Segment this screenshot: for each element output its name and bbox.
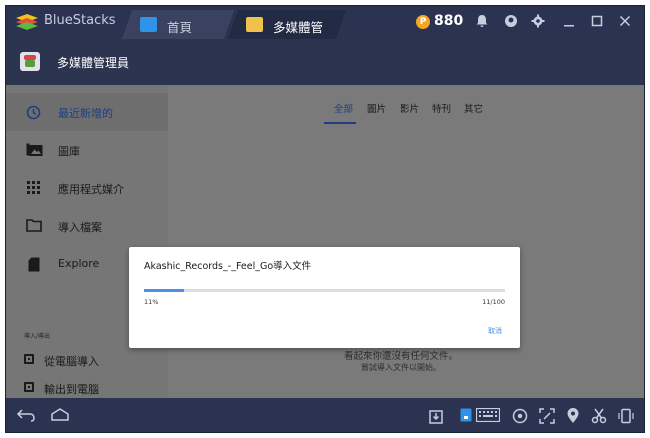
- sidebar-item-label: 圖庫: [58, 145, 80, 158]
- maximize-icon[interactable]: [589, 14, 605, 30]
- page-title: 多媒體管理員: [57, 56, 130, 70]
- tab-home[interactable]: 首頁: [122, 10, 234, 39]
- progress-percent: 11%: [144, 298, 159, 306]
- keyboard-toggle-icon[interactable]: [458, 408, 474, 424]
- home-icon: [140, 17, 157, 32]
- import-icon: [24, 354, 34, 364]
- app-name: BlueStacks: [44, 13, 116, 28]
- action-label: 從電腦導入: [44, 355, 99, 368]
- tab-label: 首頁: [167, 20, 193, 35]
- bottom-toolbar: [6, 398, 644, 432]
- minimize-icon[interactable]: [561, 14, 577, 30]
- sidebar: 最近新增的 圖庫 應用程式媒介 導入檔案 Explore 導入/導出 從電腦導入…: [6, 85, 168, 398]
- close-icon[interactable]: [617, 14, 633, 30]
- gear-icon[interactable]: [530, 14, 546, 30]
- tab-media-manager[interactable]: 多媒體管: [228, 10, 346, 39]
- tab-other[interactable]: 其它: [464, 101, 483, 115]
- keyboard-icon[interactable]: [475, 407, 501, 424]
- folder-icon: [26, 219, 42, 233]
- media-manager-icon: [20, 52, 40, 71]
- clock-icon: [26, 105, 41, 120]
- sidebar-item-label: Explore: [58, 257, 100, 270]
- tab-all[interactable]: 全部: [334, 101, 353, 115]
- sidebar-item-import-files[interactable]: 導入檔案: [6, 207, 168, 245]
- sidebar-item-label: 應用程式媒介: [58, 183, 124, 196]
- title-bar: BlueStacks 首頁 多媒體管 P 880: [6, 6, 644, 39]
- sidebar-item-gallery[interactable]: 圖庫: [6, 131, 168, 169]
- eye-icon[interactable]: [512, 408, 528, 424]
- cancel-button[interactable]: 取消: [488, 326, 502, 336]
- export-icon: [24, 382, 34, 392]
- section-label-import-export: 導入/導出: [24, 333, 51, 340]
- location-icon[interactable]: [565, 408, 581, 424]
- coin-icon: P: [416, 15, 430, 29]
- sidebar-item-label: 導入檔案: [58, 221, 102, 234]
- bluestacks-window: BlueStacks 首頁 多媒體管 P 880 多媒體管理員 最近新增的 圖庫…: [5, 5, 645, 433]
- sidebar-item-recent[interactable]: 最近新增的: [6, 93, 168, 131]
- coin-count[interactable]: 880: [434, 13, 463, 29]
- screenshot-icon[interactable]: [591, 408, 607, 424]
- action-label: 輸出到電腦: [44, 383, 99, 396]
- sd-card-icon: [26, 257, 41, 272]
- sidebar-item-app-media[interactable]: 應用程式媒介: [6, 169, 168, 207]
- bluestacks-logo-icon: [16, 14, 38, 30]
- empty-state-text: 看起來你還沒有任何文件。: [343, 351, 458, 362]
- tab-special[interactable]: 特刊: [432, 101, 451, 115]
- tab-images[interactable]: 圖片: [367, 101, 386, 115]
- active-tab-indicator: [324, 122, 356, 124]
- import-from-pc-button[interactable]: 從電腦導入: [6, 347, 168, 373]
- dialog-title: Akashic_Records_-_Feel_Go導入文件: [144, 261, 312, 272]
- rotate-icon[interactable]: [618, 408, 634, 424]
- account-icon[interactable]: [503, 14, 519, 30]
- app-header: 多媒體管理員: [6, 39, 644, 85]
- gallery-icon: [26, 143, 43, 157]
- apps-grid-icon: [26, 181, 41, 195]
- progress-bar: [144, 289, 505, 292]
- progress-count: 11/100: [482, 298, 505, 306]
- tab-videos[interactable]: 影片: [400, 101, 419, 115]
- content-area: 最近新增的 圖庫 應用程式媒介 導入檔案 Explore 導入/導出 從電腦導入…: [6, 85, 644, 398]
- apk-install-icon[interactable]: [428, 408, 444, 424]
- back-icon[interactable]: [16, 408, 35, 424]
- bell-icon[interactable]: [474, 14, 490, 30]
- home-icon[interactable]: [50, 408, 69, 424]
- import-progress-dialog: Akashic_Records_-_Feel_Go導入文件 11% 11/100…: [129, 247, 520, 348]
- fullscreen-icon[interactable]: [539, 408, 555, 424]
- tab-label: 多媒體管: [273, 20, 324, 35]
- empty-state-subtext: 嘗試導入文件以開始。: [361, 363, 441, 372]
- sidebar-item-label: 最近新增的: [58, 107, 113, 120]
- progress-bar-fill: [144, 289, 184, 292]
- folder-icon: [246, 17, 263, 32]
